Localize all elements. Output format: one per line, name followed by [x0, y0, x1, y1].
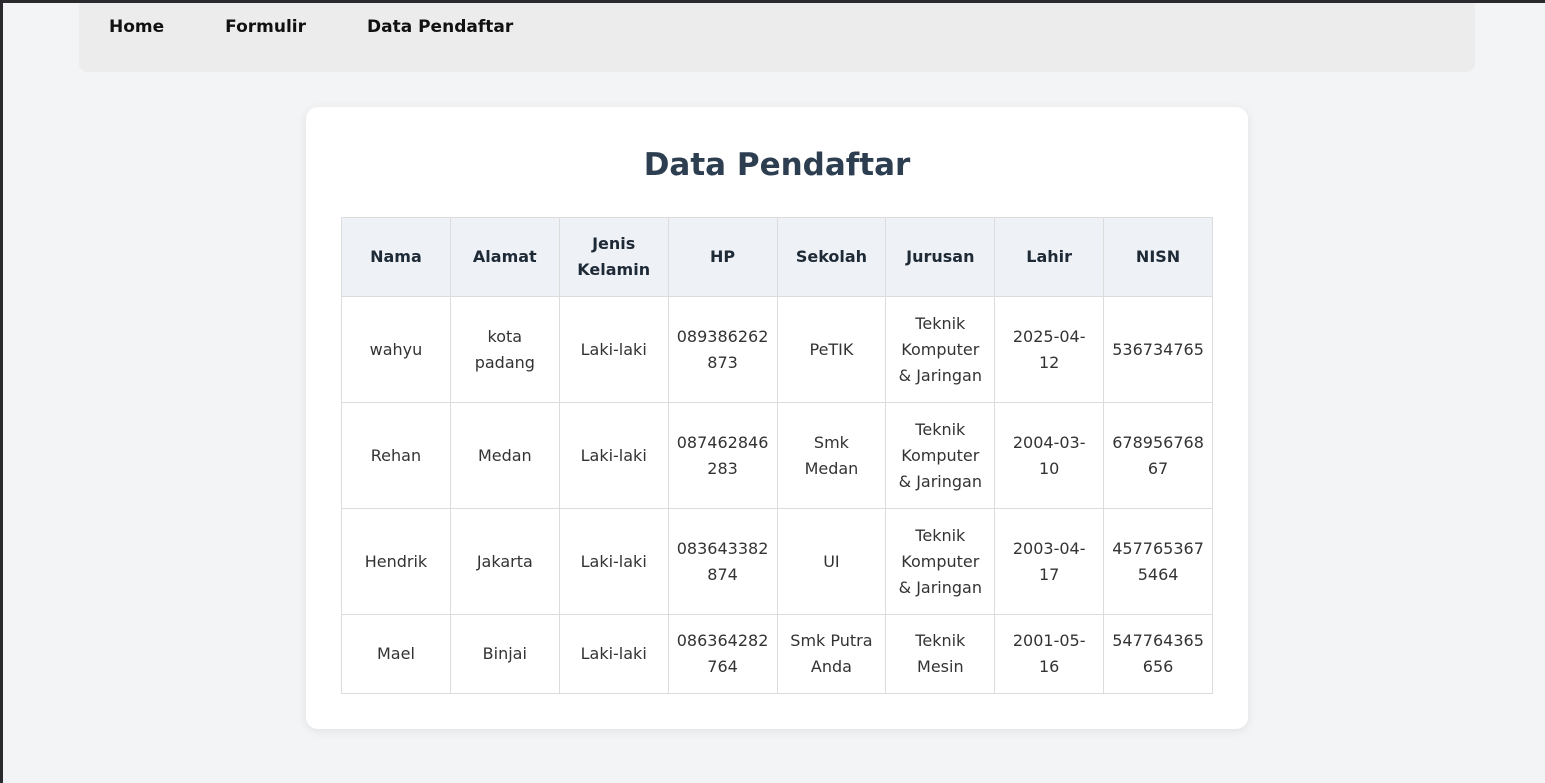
nav-formulir-link[interactable]: Formulir	[225, 17, 306, 37]
cell-jenis-kelamin: Laki-laki	[558, 296, 669, 403]
header-lahir: Lahir	[994, 217, 1105, 297]
cell-hp: 089386262873	[667, 296, 778, 403]
cell-nisn: 4577653675464	[1103, 508, 1213, 615]
cell-alamat: kota padang	[449, 296, 560, 403]
cell-jurusan: Teknik Komputer & Jaringan	[885, 296, 996, 403]
table-row: wahyu kota padang Laki-laki 089386262873…	[341, 296, 1213, 403]
cell-jenis-kelamin: Laki-laki	[558, 402, 669, 509]
cell-hp: 087462846283	[667, 402, 778, 509]
cell-sekolah: UI	[776, 508, 887, 615]
navbar: Home Formulir Data Pendaftar	[79, 3, 1475, 72]
header-jenis-kelamin: Jenis Kelamin	[558, 217, 669, 297]
cell-lahir: 2025-04-12	[994, 296, 1105, 403]
cell-nama: Mael	[341, 614, 451, 694]
cell-nisn: 547764365656	[1103, 614, 1213, 694]
cell-nama: wahyu	[341, 296, 451, 403]
header-nama: Nama	[341, 217, 451, 297]
header-sekolah: Sekolah	[776, 217, 887, 297]
table-row: Rehan Medan Laki-laki 087462846283 Smk M…	[341, 402, 1213, 509]
table-row: Hendrik Jakarta Laki-laki 083643382874 U…	[341, 508, 1213, 615]
header-jurusan: Jurusan	[885, 217, 996, 297]
cell-alamat: Medan	[449, 402, 560, 509]
table-row: Mael Binjai Laki-laki 086364282764 Smk P…	[341, 614, 1213, 694]
cell-hp: 083643382874	[667, 508, 778, 615]
cell-alamat: Binjai	[449, 614, 560, 694]
nav-data-pendaftar-link[interactable]: Data Pendaftar	[367, 17, 513, 37]
cell-sekolah: PeTIK	[776, 296, 887, 403]
cell-nisn: 536734765	[1103, 296, 1213, 403]
table-header-row: Nama Alamat Jenis Kelamin HP Sekolah Jur…	[341, 217, 1213, 297]
cell-jurusan: Teknik Mesin	[885, 614, 996, 694]
data-card: Data Pendaftar Nama Alamat Jenis Kelamin…	[306, 107, 1248, 729]
cell-nama: Hendrik	[341, 508, 451, 615]
header-alamat: Alamat	[449, 217, 560, 297]
cell-hp: 086364282764	[667, 614, 778, 694]
header-nisn: NISN	[1103, 217, 1213, 297]
cell-sekolah: Smk Putra Anda	[776, 614, 887, 694]
cell-jurusan: Teknik Komputer & Jaringan	[885, 402, 996, 509]
registrants-table: Nama Alamat Jenis Kelamin HP Sekolah Jur…	[341, 217, 1213, 694]
cell-nisn: 67895676867	[1103, 402, 1213, 509]
page-title: Data Pendaftar	[643, 147, 911, 183]
cell-jenis-kelamin: Laki-laki	[558, 614, 669, 694]
cell-sekolah: Smk Medan	[776, 402, 887, 509]
header-hp: HP	[667, 217, 778, 297]
cell-lahir: 2001-05-16	[994, 614, 1105, 694]
cell-jenis-kelamin: Laki-laki	[558, 508, 669, 615]
cell-alamat: Jakarta	[449, 508, 560, 615]
cell-jurusan: Teknik Komputer & Jaringan	[885, 508, 996, 615]
cell-nama: Rehan	[341, 402, 451, 509]
cell-lahir: 2003-04-17	[994, 508, 1105, 615]
nav-home-link[interactable]: Home	[109, 17, 164, 37]
cell-lahir: 2004-03-10	[994, 402, 1105, 509]
